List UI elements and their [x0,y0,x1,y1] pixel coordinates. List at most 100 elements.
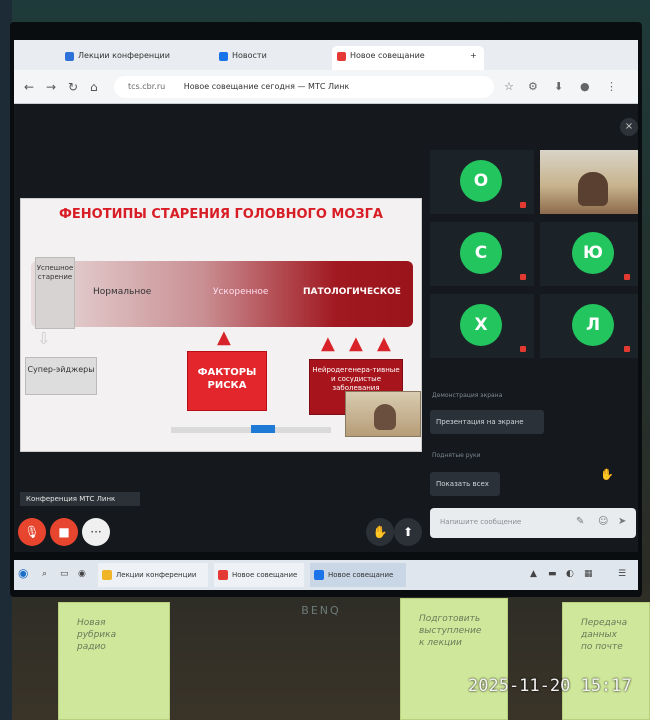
share-screen-button[interactable]: ⬆ [394,518,422,546]
folder-icon [102,570,112,580]
tab-news[interactable]: Новости [214,46,348,73]
participant-avatar: Х [460,304,502,346]
raise-hand-icon[interactable]: ✋ [600,468,616,484]
slide-footer-marker [251,425,275,433]
phase-normal: Нормальное [93,287,152,297]
profile-icon[interactable]: ● [580,80,590,93]
risk-factors-box: ФАКТОРЫ РИСКА [187,351,267,411]
chat-input[interactable]: Напишите сообщение ✎ ☺ ➤ [430,508,636,538]
super-agers-box: Супер-эйджеры [25,357,97,395]
participant-tile[interactable]: Л [540,294,638,358]
phases-gradient-bar: Успешное старение Нормальное Ускоренное … [31,257,413,329]
mic-muted-icon [624,274,630,280]
attach-icon[interactable]: ✎ [576,516,584,527]
task-view-icon[interactable]: ▭ [60,569,69,579]
notifications-icon[interactable]: ☰ [618,569,626,579]
photo-timestamp: 2025-11-20 15:17 [468,676,632,696]
browser-address-row: ← → ↻ ⌂ tcs.cbr.ru Новое совещание сегод… [14,70,638,104]
participant-tile[interactable]: О [430,150,534,214]
volume-icon[interactable]: ◐ [566,569,574,579]
monitor-brand-logo: BENQ [301,604,341,617]
extension-icon[interactable]: ⚙ [528,80,538,93]
tab-favicon-icon [337,52,346,61]
taskbar-item-active[interactable]: Новое совещание [310,563,406,587]
mic-muted-icon [520,274,526,280]
participant-video-figure [578,172,608,206]
windows-taskbar: ◉ ⌕ ▭ ◉ Лекции конференции Новое совещан… [14,560,638,590]
url-domain: tcs.cbr.ru [128,82,166,91]
presentation-button[interactable]: Презентация на экране [430,410,544,434]
successful-aging-box: Успешное старение [35,257,75,329]
tab-favicon-icon [219,52,228,61]
mic-muted-icon [520,346,526,352]
sticky-note-text: Новая рубрика радио [77,618,117,652]
speaker-video-inset [345,391,421,437]
participant-avatar: О [460,160,502,202]
more-options-button[interactable]: ··· [82,518,110,546]
up-arrow-icon: ▲ [377,333,391,354]
room-name-label: Конференция МТС Линк [20,492,140,506]
send-icon[interactable]: ➤ [618,516,626,527]
speaker-figure [374,404,396,430]
slide-title: ФЕНОТИПЫ СТАРЕНИЯ ГОЛОВНОГО МОЗГА [59,207,383,222]
taskbar-item-label: Новое совещание [232,571,298,579]
shared-slide: ФЕНОТИПЫ СТАРЕНИЯ ГОЛОВНОГО МОЗГА Успешн… [20,198,422,452]
reload-icon[interactable]: ↻ [68,80,78,94]
taskbar-item[interactable]: Лекции конференции [98,563,208,587]
phase-pathological: ПАТОЛОГИЧЕСКОЕ [303,287,401,297]
bookmark-icon[interactable]: ☆ [504,80,514,93]
participant-avatar: Л [572,304,614,346]
taskbar-item[interactable]: Новое совещание [214,563,304,587]
participant-video-tile[interactable] [540,150,638,214]
up-arrow-icon: ▲ [321,333,335,354]
emoji-icon[interactable]: ☺ [598,516,608,527]
menu-icon[interactable]: ⋮ [606,80,617,93]
url-page-title: Новое совещание сегодня — МТС Линк [183,82,350,91]
sticky-note: Передача данных по почте [562,602,650,720]
phase-accelerated: Ускоренное [213,287,269,297]
tab-label: Лекции конференции [78,51,170,60]
tray-arrow-icon[interactable]: ▲ [530,569,537,579]
tab-lectures[interactable]: Лекции конференции [60,46,216,73]
participant-tile[interactable]: Х [430,294,534,358]
back-icon[interactable]: ← [24,80,34,94]
mic-button[interactable]: 🎙 [18,518,46,546]
show-all-button[interactable]: Показать всех [430,472,500,496]
app-icon [218,570,228,580]
tab-favicon-icon [65,52,74,61]
download-icon[interactable]: ⬇ [554,80,563,93]
app-icon [314,570,324,580]
battery-icon[interactable]: ▬ [548,569,557,579]
side-caption: Демонстрация экрана [432,392,503,399]
mic-muted-icon [624,346,630,352]
taskbar-item-label: Новое совещание [328,571,394,579]
home-icon[interactable]: ⌂ [90,80,98,94]
taskbar-item-label: Лекции конференции [116,571,197,579]
up-arrow-icon: ▲ [349,333,363,354]
close-icon[interactable]: × [620,118,638,136]
url-bar[interactable]: tcs.cbr.ru Новое совещание сегодня — МТС… [114,76,494,98]
start-icon[interactable]: ◉ [18,566,34,582]
participant-tile[interactable]: С [430,222,534,286]
sticky-note: Новая рубрика радио [58,602,170,720]
tab-label: Новое совещание [350,51,425,60]
mic-muted-icon [520,202,526,208]
participant-tile[interactable]: Ю [540,222,638,286]
forward-icon[interactable]: → [46,80,56,94]
search-icon[interactable]: ⌕ [42,569,47,579]
chat-placeholder: Напишите сообщение [440,518,522,526]
camera-button[interactable]: ■ [50,518,78,546]
participant-avatar: Ю [572,232,614,274]
sticky-note: Подготовить выступление к лекции [400,598,508,720]
network-icon[interactable]: ▦ [584,569,593,579]
raise-hand-button[interactable]: ✋ [366,518,394,546]
tab-meeting-active[interactable]: Новое совещание [332,46,484,73]
participant-avatar: С [460,232,502,274]
down-arrow-icon: ⇩ [37,329,51,348]
browser-tab-bar: Лекции конференции Новости Новое совещан… [14,40,638,73]
sticky-note-text: Подготовить выступление к лекции [419,614,482,648]
up-arrow-icon: ▲ [217,327,231,348]
new-tab-icon[interactable]: + [466,46,483,73]
browser-icon[interactable]: ◉ [78,569,86,579]
sticky-note-text: Передача данных по почте [581,618,628,652]
